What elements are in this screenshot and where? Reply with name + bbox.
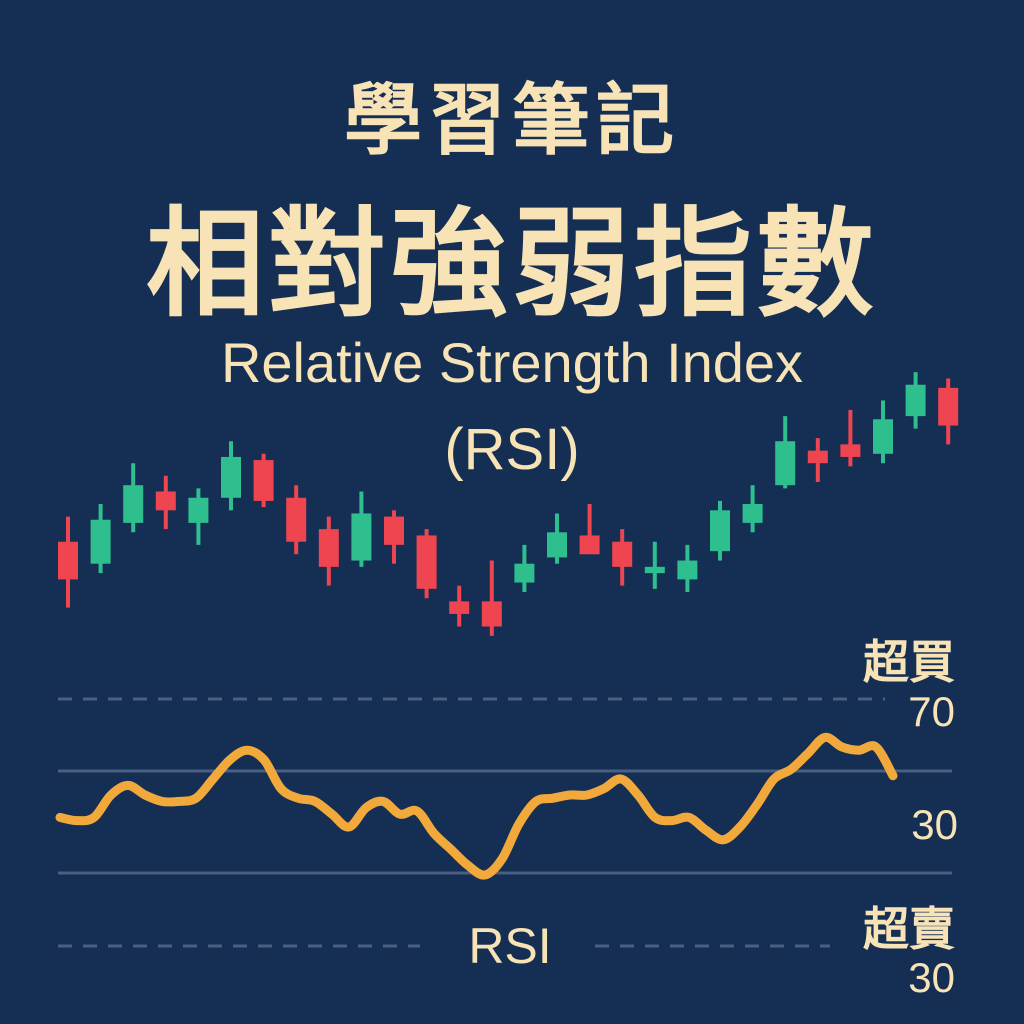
candle bbox=[253, 453, 274, 508]
candle-body bbox=[221, 456, 241, 498]
candle bbox=[351, 491, 372, 567]
candle bbox=[807, 438, 828, 483]
candle bbox=[644, 541, 665, 589]
candle-body bbox=[155, 491, 176, 511]
candlestick-chart bbox=[58, 372, 959, 636]
candle bbox=[155, 475, 176, 530]
rsi-line bbox=[55, 732, 898, 880]
candle-body bbox=[123, 485, 144, 523]
candle-body bbox=[286, 497, 307, 542]
candle bbox=[775, 416, 796, 489]
candle bbox=[188, 488, 209, 545]
chart-canvas: 超買 70 30 RSI 超賣 30 bbox=[55, 372, 959, 1001]
candle bbox=[123, 463, 144, 533]
overbought-value-label: 70 bbox=[908, 688, 955, 735]
candle-body bbox=[481, 601, 502, 627]
candle bbox=[873, 400, 893, 464]
candle bbox=[905, 372, 926, 429]
candle-body bbox=[775, 441, 796, 486]
candle bbox=[742, 485, 763, 533]
candle-body bbox=[449, 601, 470, 614]
candle bbox=[416, 529, 437, 599]
candle bbox=[286, 485, 307, 555]
candle-body bbox=[677, 560, 698, 580]
candle-body bbox=[579, 535, 600, 555]
rsi-axis-label: RSI bbox=[468, 918, 551, 974]
candle-body bbox=[710, 510, 730, 552]
candle bbox=[514, 544, 535, 592]
candle bbox=[612, 529, 633, 586]
candle bbox=[481, 560, 502, 636]
candle bbox=[547, 513, 567, 564]
candle bbox=[449, 585, 470, 627]
candle bbox=[58, 516, 78, 608]
candle-body bbox=[612, 541, 633, 567]
candle-body bbox=[938, 387, 959, 426]
candle bbox=[221, 441, 241, 511]
infographic: 學習筆記 相對強弱指數 Relative Strength Index (RSI… bbox=[0, 0, 1024, 1024]
candle-body bbox=[742, 504, 763, 523]
candle-body bbox=[90, 519, 111, 564]
candle-body bbox=[384, 516, 404, 545]
candle-body bbox=[188, 497, 209, 523]
candle-body bbox=[807, 450, 828, 464]
candle bbox=[318, 516, 339, 586]
candle-body bbox=[905, 384, 926, 417]
overbought-label: 超買 bbox=[863, 635, 955, 689]
candle-body bbox=[318, 529, 339, 567]
candle bbox=[384, 510, 404, 564]
candle-body bbox=[351, 513, 372, 561]
candle bbox=[710, 500, 730, 561]
candle-body bbox=[644, 566, 665, 574]
candle-body bbox=[840, 444, 861, 457]
candle bbox=[840, 409, 861, 467]
candle-body bbox=[547, 532, 567, 558]
candle-body bbox=[416, 535, 437, 589]
oversold-value-label: 30 bbox=[908, 954, 955, 1001]
candle bbox=[579, 504, 600, 555]
candle-body bbox=[253, 460, 274, 501]
candle bbox=[90, 504, 111, 574]
candle bbox=[677, 544, 698, 592]
candle bbox=[938, 378, 959, 445]
candle-body bbox=[58, 541, 78, 580]
oversold-label: 超賣 bbox=[863, 902, 955, 956]
rsi-current-value-label: 30 bbox=[911, 801, 958, 848]
candle-body bbox=[514, 563, 535, 583]
candle-body bbox=[873, 419, 893, 454]
